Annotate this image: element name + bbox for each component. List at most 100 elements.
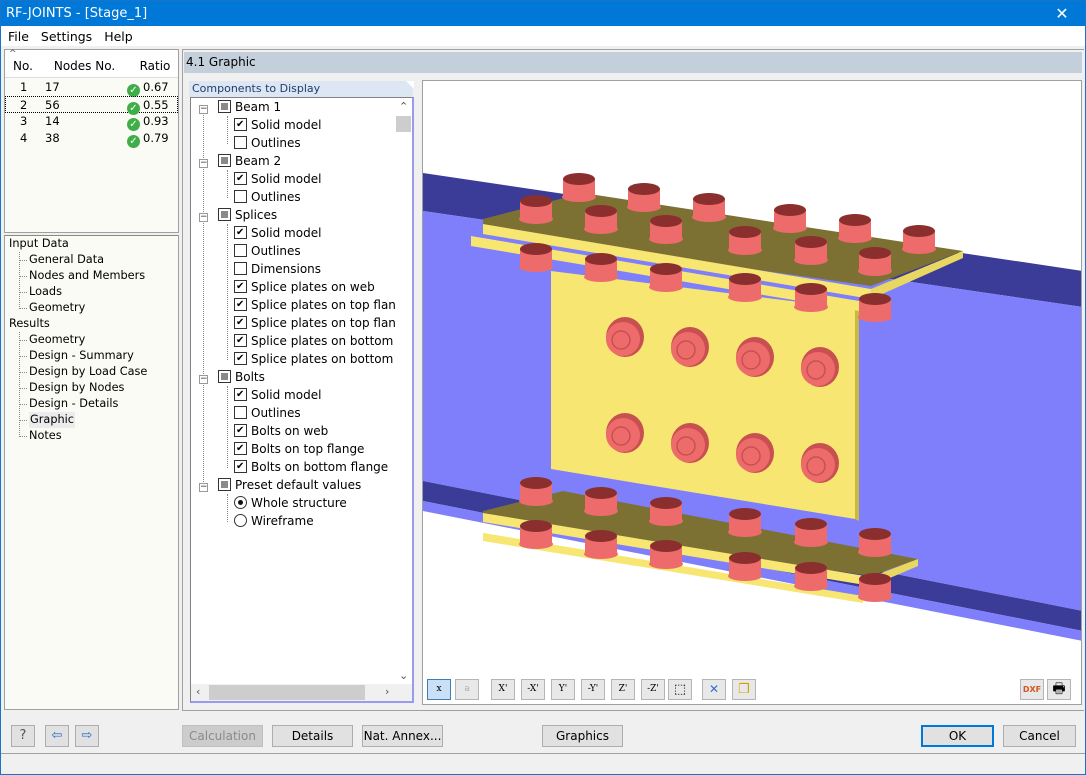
- group-checkbox[interactable]: [218, 478, 231, 491]
- tree-item-beam2-outlines[interactable]: Outlines: [234, 188, 301, 206]
- show-dimensions-a-button[interactable]: a: [455, 679, 479, 700]
- nav-nodes-and-members[interactable]: Nodes and Members: [19, 268, 145, 284]
- tree-horizontal-scrollbar[interactable]: ‹ ›: [191, 684, 412, 701]
- nav-design-details[interactable]: Design - Details: [19, 396, 118, 412]
- checkbox[interactable]: [234, 190, 247, 203]
- view-minus-z-button[interactable]: -Z': [641, 679, 665, 700]
- collapse-icon[interactable]: −: [199, 105, 208, 114]
- tree-item-splice-plates-web[interactable]: Splice plates on web: [234, 278, 375, 296]
- help-button[interactable]: ?: [11, 725, 35, 747]
- tree-group-bolts[interactable]: − Bolts: [199, 368, 265, 386]
- view-x-button[interactable]: X': [491, 679, 515, 700]
- checkbox[interactable]: [234, 406, 247, 419]
- nav-design-summary[interactable]: Design - Summary: [20, 348, 134, 364]
- nat-annex-button[interactable]: Nat. Annex...: [362, 725, 443, 747]
- tree-item-bolts-on-web[interactable]: Bolts on web: [234, 422, 328, 440]
- checkbox-checked[interactable]: [234, 172, 247, 185]
- group-checkbox[interactable]: [218, 100, 231, 113]
- tree-group-beam-1[interactable]: − Beam 1: [199, 98, 281, 116]
- scroll-left-icon[interactable]: ‹: [196, 685, 200, 698]
- menu-settings[interactable]: Settings: [34, 26, 97, 46]
- view-minus-y-button[interactable]: -Y': [581, 679, 605, 700]
- nav-results-geometry[interactable]: Geometry: [19, 332, 85, 348]
- group-checkbox[interactable]: [218, 370, 231, 383]
- close-button[interactable]: ✕: [1047, 1, 1077, 26]
- checkbox-checked[interactable]: [234, 298, 247, 311]
- details-button[interactable]: Details: [272, 725, 353, 747]
- tree-group-splices[interactable]: − Splices: [199, 206, 277, 224]
- tree-item-splices-outlines[interactable]: Outlines: [234, 242, 301, 260]
- previous-button[interactable]: ⇦: [45, 725, 69, 747]
- tree-item-splices-dimensions[interactable]: Dimensions: [234, 260, 321, 278]
- checkbox-checked[interactable]: [234, 334, 247, 347]
- nav-general-data[interactable]: General Data: [19, 252, 104, 268]
- ok-button[interactable]: OK: [921, 725, 994, 747]
- checkbox-checked[interactable]: [234, 118, 247, 131]
- table-row[interactable]: 4 38 ✓ 0.79: [5, 130, 178, 148]
- radio-whole-structure[interactable]: Whole structure: [234, 494, 347, 512]
- nav-input-geometry[interactable]: Geometry: [19, 300, 85, 316]
- radio[interactable]: [234, 514, 247, 527]
- scroll-right-icon[interactable]: ›: [385, 685, 389, 698]
- collapse-icon[interactable]: −: [199, 159, 208, 168]
- tree-item-beam1-outlines[interactable]: Outlines: [234, 134, 301, 152]
- tree-group-preset-default-values[interactable]: − Preset default values: [199, 476, 361, 494]
- checkbox-checked[interactable]: [234, 388, 247, 401]
- graphic-3d-view[interactable]: [422, 80, 1082, 705]
- nav-design-by-load-case[interactable]: Design by Load Case: [19, 364, 147, 380]
- cancel-button[interactable]: Cancel: [1003, 725, 1076, 747]
- table-row[interactable]: 3 14 ✓ 0.93: [5, 113, 178, 131]
- graphics-button[interactable]: Graphics: [542, 725, 623, 747]
- table-row[interactable]: 1 17 ✓ 0.67: [5, 79, 178, 97]
- print-button[interactable]: 🖶: [1047, 679, 1071, 700]
- checkbox-checked[interactable]: [234, 352, 247, 365]
- tree-item-bolts-on-top-flange[interactable]: Bolts on top flange: [234, 440, 364, 458]
- checkbox-checked[interactable]: [234, 424, 247, 437]
- col-ratio[interactable]: Ratio: [135, 59, 175, 73]
- calculation-button[interactable]: Calculation: [182, 725, 263, 747]
- nav-design-by-nodes[interactable]: Design by Nodes: [19, 380, 124, 396]
- export-dxf-button[interactable]: DXF: [1020, 679, 1044, 700]
- zoom-reset-button[interactable]: ✕: [702, 679, 726, 700]
- collapse-icon[interactable]: −: [199, 483, 208, 492]
- checkbox[interactable]: [234, 136, 247, 149]
- radio-selected[interactable]: [234, 496, 247, 509]
- nav-results[interactable]: Results: [9, 316, 50, 332]
- checkbox[interactable]: [234, 262, 247, 275]
- tree-item-splices-solid-model[interactable]: Solid model: [234, 224, 321, 242]
- nav-input-data[interactable]: Input Data: [9, 236, 69, 252]
- tree-item-beam1-solid-model[interactable]: Solid model: [234, 116, 321, 134]
- checkbox-checked[interactable]: [234, 442, 247, 455]
- tree-item-splice-plates-bottom-flange-1[interactable]: Splice plates on bottom flange: [234, 332, 412, 350]
- group-checkbox[interactable]: [218, 154, 231, 167]
- checkbox[interactable]: [234, 244, 247, 257]
- table-row-selected[interactable]: 2 56 ✓ 0.55: [5, 96, 178, 115]
- menu-help[interactable]: Help: [97, 26, 138, 46]
- nav-graphic[interactable]: Graphic: [19, 412, 76, 428]
- show-dimensions-x-button[interactable]: x: [427, 679, 451, 700]
- tree-item-bolts-on-bottom-flange[interactable]: Bolts on bottom flange: [234, 458, 388, 476]
- scroll-up-icon[interactable]: ⌃: [399, 100, 408, 113]
- isometric-view-button[interactable]: ⬚: [668, 679, 692, 700]
- col-no[interactable]: No.: [13, 59, 33, 73]
- copy-view-button[interactable]: ❐: [732, 679, 756, 700]
- checkbox-checked[interactable]: [234, 280, 247, 293]
- nav-notes[interactable]: Notes: [20, 428, 62, 444]
- tree-item-splice-plates-top-flange-1[interactable]: Splice plates on top flange: [234, 296, 411, 314]
- tree-vertical-scrollbar[interactable]: ⌃ ⌄: [395, 98, 412, 684]
- view-y-button[interactable]: Y': [551, 679, 575, 700]
- scrollbar-thumb[interactable]: [209, 685, 365, 700]
- checkbox-checked[interactable]: [234, 226, 247, 239]
- scrollbar-thumb[interactable]: [396, 116, 411, 132]
- scroll-down-icon[interactable]: ⌄: [399, 669, 408, 682]
- tree-item-bolts-outlines[interactable]: Outlines: [234, 404, 301, 422]
- tree-item-beam2-solid-model[interactable]: Solid model: [234, 170, 321, 188]
- tree-item-bolts-solid-model[interactable]: Solid model: [234, 386, 321, 404]
- next-button[interactable]: ⇨: [75, 725, 99, 747]
- collapse-icon[interactable]: −: [199, 213, 208, 222]
- checkbox-checked[interactable]: [234, 460, 247, 473]
- view-minus-x-button[interactable]: -X': [521, 679, 545, 700]
- tree-group-beam-2[interactable]: − Beam 2: [199, 152, 281, 170]
- checkbox-checked[interactable]: [234, 316, 247, 329]
- menu-file[interactable]: File: [1, 26, 34, 46]
